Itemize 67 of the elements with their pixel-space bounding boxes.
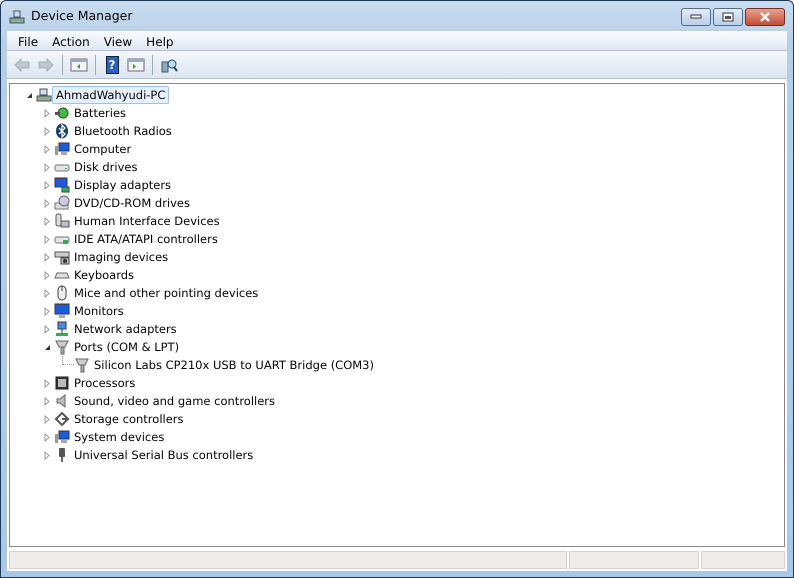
tree-item[interactable]: Imaging devices [70, 248, 172, 266]
tree-item[interactable]: Keyboards [70, 266, 138, 284]
disc-drive-icon [54, 195, 70, 211]
menu-item[interactable]: File [11, 31, 46, 50]
computer-icon [54, 141, 70, 157]
battery-icon [54, 105, 70, 121]
minimize-icon [690, 14, 702, 20]
tree-item[interactable]: Silicon Labs CP210x USB to UART Bridge (COM3) [90, 356, 378, 374]
tree-item[interactable]: IDE ATA/ATAPI controllers [70, 230, 222, 248]
expand-arrow-icon[interactable] [42, 450, 52, 460]
tree-item[interactable]: Sound, video and game controllers [70, 392, 280, 410]
tree-item[interactable]: Mice and other pointing devices [70, 284, 262, 302]
port-connector-icon [54, 339, 70, 355]
tree-item[interactable]: System devices [70, 428, 168, 446]
tree-item[interactable]: AhmadWahyudi-PC [52, 86, 170, 104]
expand-arrow-icon[interactable] [42, 288, 52, 298]
tree-item[interactable]: Batteries [70, 104, 130, 122]
chip-icon [54, 375, 70, 391]
port-connector-icon [74, 357, 90, 373]
help-button[interactable]: ? [101, 54, 123, 76]
expand-arrow-icon[interactable] [42, 432, 52, 442]
storage-controller-icon [54, 411, 70, 427]
expand-arrow-icon[interactable] [42, 252, 52, 262]
menu-item[interactable]: View [96, 31, 140, 50]
tree-item[interactable]: Network adapters [70, 320, 181, 338]
computer-icon [54, 429, 70, 445]
close-icon [759, 12, 771, 22]
expand-arrow-icon[interactable] [42, 378, 52, 388]
tree-item[interactable]: Bluetooth Radios [70, 122, 176, 140]
expand-arrow-icon[interactable] [42, 396, 52, 406]
maximize-icon [722, 12, 734, 22]
network-icon [54, 321, 70, 337]
expand-arrow-icon[interactable] [42, 198, 52, 208]
tree-item[interactable]: Computer [70, 140, 136, 158]
expand-arrow-icon[interactable] [42, 126, 52, 136]
tree-item[interactable]: Monitors [70, 302, 128, 320]
expand-arrow-icon[interactable] [42, 108, 52, 118]
tree-item[interactable]: Display adapters [70, 176, 176, 194]
window-title: Device Manager [31, 6, 133, 25]
menu-item[interactable]: Action [45, 31, 97, 50]
tree-item[interactable]: Human Interface Devices [70, 212, 224, 230]
expand-arrow-icon[interactable] [42, 414, 52, 424]
input-device-icon [54, 213, 70, 229]
expand-arrow-icon[interactable] [42, 234, 52, 244]
expand-arrow-icon[interactable] [42, 270, 52, 280]
menu-item[interactable]: Help [139, 31, 181, 50]
tree-item[interactable]: Processors [70, 374, 140, 392]
expand-arrow-icon[interactable] [42, 306, 52, 316]
computer-tower-icon [9, 8, 25, 25]
bluetooth-icon [54, 123, 70, 139]
expand-arrow-icon[interactable] [42, 324, 52, 334]
expand-arrow-icon[interactable] [42, 144, 52, 154]
expand-arrow-icon[interactable] [42, 216, 52, 226]
monitor-icon [54, 177, 70, 193]
tree-item[interactable]: DVD/CD-ROM drives [70, 194, 194, 212]
expand-arrow-icon[interactable] [42, 180, 52, 190]
close-button[interactable] [745, 8, 785, 26]
scanner-icon [54, 249, 70, 265]
minimize-button[interactable] [681, 8, 711, 26]
computer-icon [36, 87, 52, 103]
tree-item[interactable]: Ports (COM & LPT) [70, 338, 184, 356]
expand-arrow-icon[interactable] [42, 162, 52, 172]
tree-item[interactable]: Storage controllers [70, 410, 188, 428]
monitor-icon [54, 303, 70, 319]
maximize-button[interactable] [713, 8, 743, 26]
tree-item[interactable]: Disk drives [70, 158, 142, 176]
tree-item[interactable]: Universal Serial Bus controllers [70, 446, 258, 464]
